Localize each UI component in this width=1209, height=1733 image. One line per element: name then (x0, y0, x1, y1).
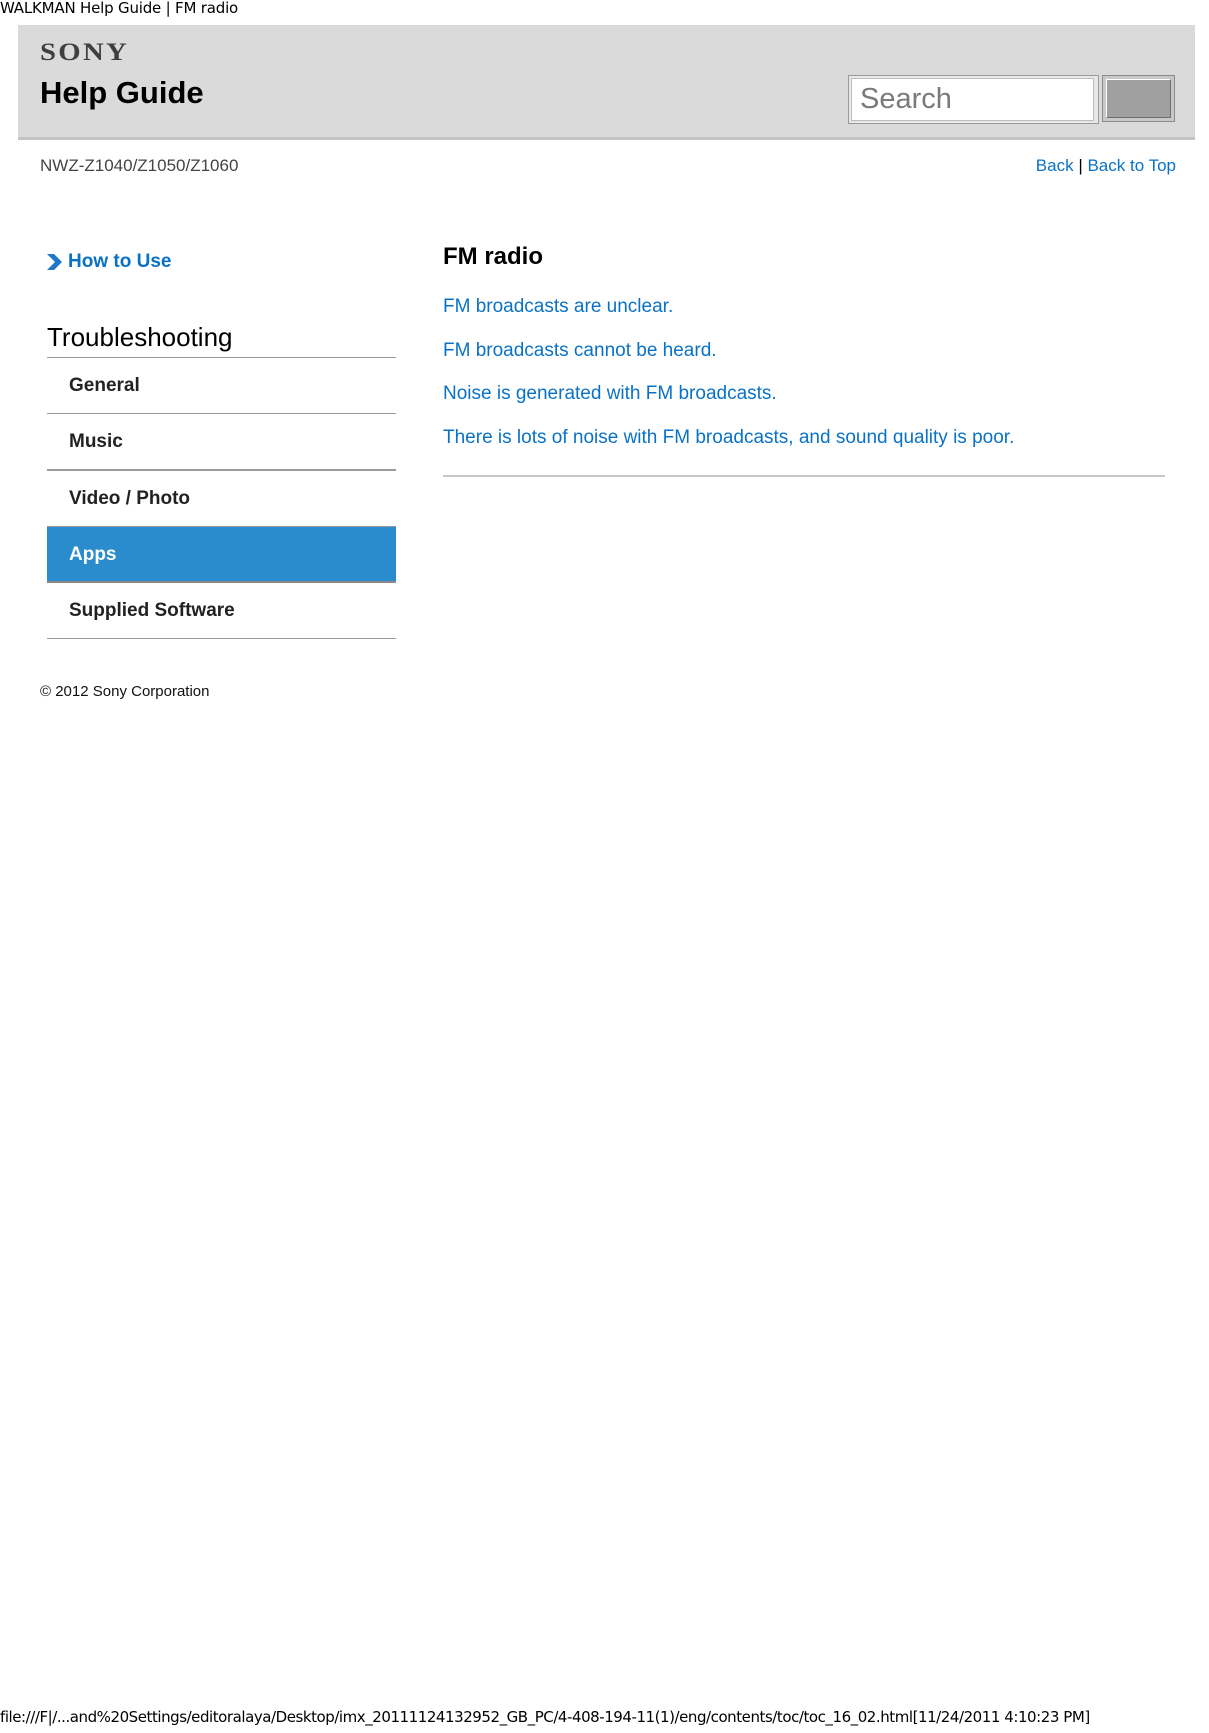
sidebar: How to Use Troubleshooting General Music… (47, 245, 396, 639)
topic-link[interactable]: FM broadcasts are unclear. (443, 285, 1165, 329)
page-header: SONY Help Guide (18, 25, 1195, 140)
sidebar-item-music[interactable]: Music (47, 414, 396, 471)
model-number: NWZ-Z1040/Z1050/Z1060 (40, 156, 239, 175)
search-box (848, 75, 1099, 124)
search-button-face (1106, 79, 1171, 118)
content-divider (443, 475, 1165, 477)
sony-logo: SONY (40, 39, 130, 66)
topic-links: FM broadcasts are unclear. FM broadcasts… (443, 285, 1165, 459)
sidebar-item-supplied-software[interactable]: Supplied Software (47, 583, 396, 639)
copyright: © 2012 Sony Corporation (40, 683, 210, 700)
how-to-use-label: How to Use (68, 251, 172, 272)
content-heading: FM radio (443, 243, 543, 270)
top-navigation: Back | Back to Top (1036, 156, 1176, 176)
document-title: WALKMAN Help Guide | FM radio (0, 0, 239, 17)
nav-separator: | (1078, 156, 1083, 175)
sidebar-item-video-photo[interactable]: Video / Photo (47, 471, 396, 527)
back-link[interactable]: Back (1036, 156, 1074, 175)
how-to-use-link[interactable]: How to Use (47, 245, 396, 279)
sidebar-item-apps[interactable]: Apps (47, 527, 396, 583)
troubleshooting-heading: Troubleshooting (47, 317, 396, 358)
chevron-right-icon (47, 254, 62, 270)
search-input[interactable] (851, 78, 1094, 121)
footer-file-url: file:///F|/...and%20Settings/editoralaya… (0, 1708, 1090, 1726)
topic-link[interactable]: There is lots of noise with FM broadcast… (443, 416, 1165, 460)
topic-link[interactable]: FM broadcasts cannot be heard. (443, 329, 1165, 373)
page-title: Help Guide (40, 75, 204, 110)
main-content: FM radio FM broadcasts are unclear. FM b… (443, 239, 1165, 477)
sidebar-item-general[interactable]: General (47, 358, 396, 414)
topic-link[interactable]: Noise is generated with FM broadcasts. (443, 372, 1165, 416)
search-button[interactable] (1102, 75, 1175, 122)
back-to-top-link[interactable]: Back to Top (1087, 156, 1176, 175)
